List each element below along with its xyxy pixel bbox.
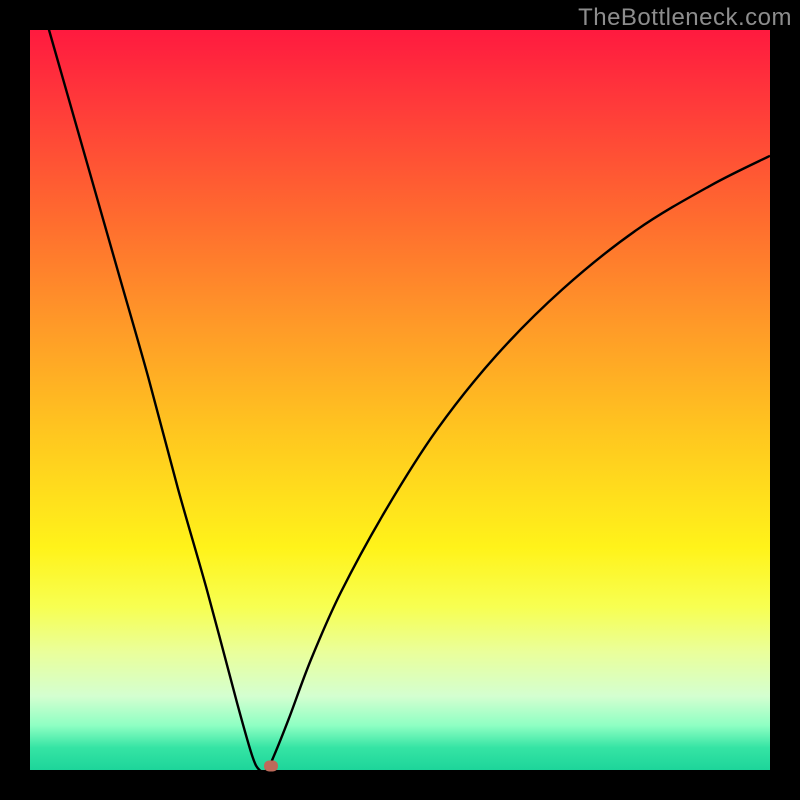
watermark-text: TheBottleneck.com [578, 4, 792, 32]
chart-frame: TheBottleneck.com [0, 0, 800, 800]
minimum-marker [264, 761, 278, 772]
bottleneck-curve [30, 30, 770, 770]
plot-area [30, 30, 770, 770]
